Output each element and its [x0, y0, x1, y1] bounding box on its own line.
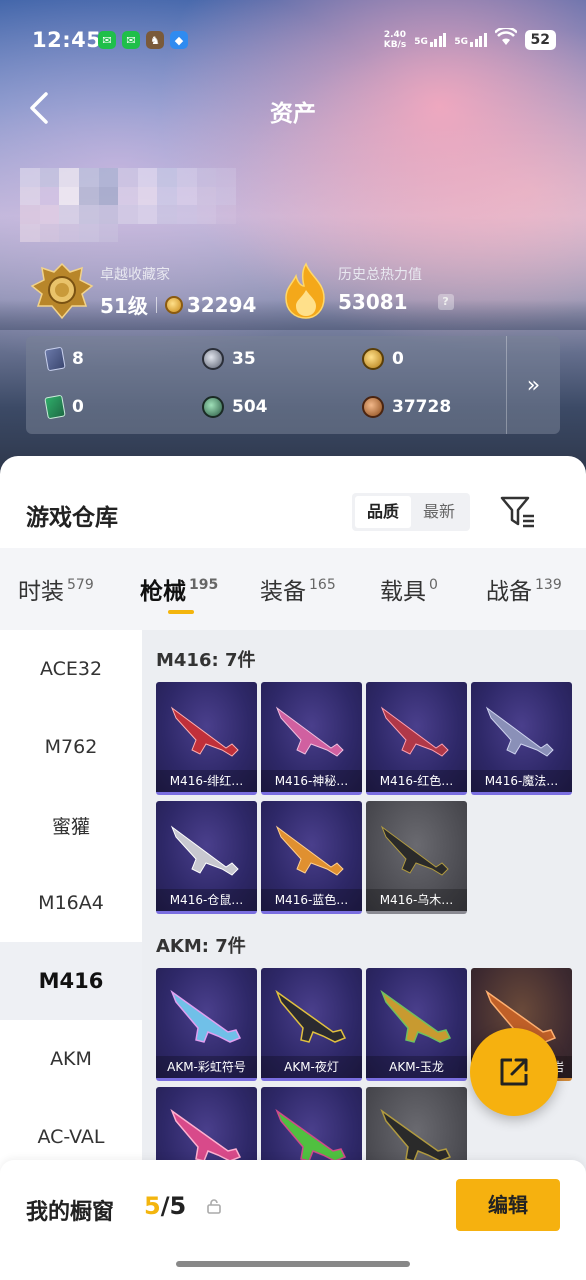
status-app-icons: ✉ ✉ ♞ ◆	[98, 31, 188, 49]
rifle-icon	[170, 825, 239, 876]
weapon-item[interactable]: M762	[0, 708, 142, 786]
coin-icon	[164, 295, 183, 314]
showcase-count: 5/5	[144, 1192, 187, 1220]
heat-value: 53081	[338, 290, 408, 314]
group-title: M416: 7件	[156, 650, 256, 671]
stat-item: 504	[202, 396, 268, 418]
collector-badge[interactable]: 卓越收藏家 51级 32294	[30, 262, 256, 322]
rifle-icon	[380, 706, 449, 757]
skin-card[interactable]: M416-魔法…	[471, 682, 572, 795]
status-bar: 12:45 ✉ ✉ ♞ ◆ 2.40 KB/s 5G 5G 52	[0, 22, 586, 58]
stat-item: 35	[202, 348, 256, 370]
rifle-icon	[485, 706, 554, 757]
warehouse-sheet: 游戏仓库 品质 最新 时装 579 枪械 195 装备 165 载具 0 战备 139 A…	[0, 456, 586, 1280]
rifle-icon	[275, 825, 344, 876]
skin-card[interactable]: AKM-玉龙	[366, 968, 467, 1081]
wechat-icon: ✉	[98, 31, 116, 49]
sort-quality-option[interactable]: 品质	[355, 496, 411, 528]
network-speed: 2.40 KB/s	[383, 29, 407, 50]
collector-level: 51级	[100, 294, 148, 318]
showcase-bar: 我的橱窗 5/5 编辑	[0, 1160, 586, 1280]
warehouse-title: 游戏仓库	[26, 505, 118, 531]
gold-coin-icon	[362, 348, 384, 370]
green-card-icon	[44, 394, 66, 420]
rifle-icon	[275, 706, 344, 757]
share-button[interactable]	[470, 1028, 558, 1116]
wifi-icon	[493, 26, 518, 51]
bronze-coin-icon	[362, 396, 384, 418]
group-title: AKM: 7件	[156, 936, 246, 957]
tab-equipment[interactable]: 装备 165	[260, 572, 336, 606]
skin-card[interactable]: AKM-夜灯	[261, 968, 362, 1081]
warehouse-header: 游戏仓库 品质 最新	[0, 456, 586, 548]
profile-header: 12:45 ✉ ✉ ♞ ◆ 2.40 KB/s 5G 5G 52 资产 卓越收藏…	[0, 0, 586, 480]
tab-weapons[interactable]: 枪械 195	[140, 572, 218, 606]
weapon-item[interactable]: M16A4	[0, 864, 142, 942]
collector-medal-icon	[30, 262, 94, 320]
showcase-label: 我的橱窗	[26, 1200, 115, 1225]
rifle-icon	[380, 825, 449, 876]
stat-item: 8	[44, 346, 84, 372]
currency-stats-panel: 8 35 0 0 504 37728 »	[26, 336, 560, 434]
skin-card[interactable]: M416-乌木…	[366, 801, 467, 914]
sort-toggle: 品质 最新	[352, 493, 470, 531]
tab-vehicles[interactable]: 载具 0	[380, 572, 438, 606]
skin-card[interactable]: M416-仓鼠…	[156, 801, 257, 914]
game-icon: ♞	[146, 31, 164, 49]
edit-button[interactable]: 编辑	[456, 1179, 560, 1231]
rifle-icon	[170, 706, 239, 757]
stat-item: 0	[44, 394, 84, 420]
lock-icon	[207, 1199, 221, 1214]
filter-icon[interactable]	[498, 494, 538, 530]
skin-card[interactable]: M416-绯红…	[156, 682, 257, 795]
divider	[155, 296, 157, 313]
silver-coin-icon	[202, 348, 224, 370]
cell-signal-icon: 5G	[454, 32, 487, 47]
browser-icon: ◆	[170, 31, 188, 49]
m416-skin-grid: M416-绯红… M416-神秘… M416-红色… M416-魔法… M416…	[156, 682, 572, 914]
tab-gear[interactable]: 战备 139	[486, 572, 562, 606]
weapon-item[interactable]: ACE32	[0, 630, 142, 708]
wechat-icon: ✉	[122, 31, 140, 49]
skin-card[interactable]: AKM-彩虹符号	[156, 968, 257, 1081]
heat-badge[interactable]: 历史总热力值 53081 ?	[280, 262, 454, 322]
active-tab-indicator	[168, 610, 194, 614]
collector-coins: 32294	[186, 292, 257, 317]
weapon-item[interactable]: AKM	[0, 1020, 142, 1098]
collector-title: 卓越收藏家	[100, 267, 170, 283]
weapon-item-active[interactable]: M416	[0, 942, 142, 1020]
flame-icon	[285, 262, 325, 319]
battery-icon: 52	[524, 29, 556, 50]
status-indicators: 2.40 KB/s 5G 5G 52	[383, 26, 556, 51]
help-icon[interactable]: ?	[437, 294, 454, 310]
skin-card[interactable]: M416-神秘…	[261, 682, 362, 795]
share-icon	[500, 1058, 528, 1086]
blurred-username	[20, 168, 236, 242]
expand-stats-button[interactable]: »	[506, 336, 560, 434]
blue-card-icon	[44, 346, 66, 372]
weapon-side-list: ACE32 M762 蜜獾 M16A4 M416 AKM AC-VAL	[0, 630, 142, 1190]
skin-card[interactable]: M416-红色…	[366, 682, 467, 795]
home-indicator	[176, 1261, 410, 1267]
sort-newest-option[interactable]: 最新	[411, 496, 467, 528]
page-title: 资产	[270, 101, 316, 127]
rifle-icon	[170, 989, 242, 1043]
tab-fashion[interactable]: 时装 579	[18, 572, 94, 606]
skin-card[interactable]: M416-蓝色…	[261, 801, 362, 914]
stat-item: 0	[362, 348, 404, 370]
weapon-item[interactable]: 蜜獾	[0, 786, 142, 864]
rifle-icon	[380, 989, 452, 1043]
green-orb-icon	[202, 396, 224, 418]
heat-label: 历史总热力值	[338, 267, 422, 283]
category-tabs: 时装 579 枪械 195 装备 165 载具 0 战备 139	[0, 548, 586, 630]
status-time: 12:45	[32, 28, 102, 52]
cell-signal-icon: 5G	[414, 32, 447, 47]
stat-item: 37728	[362, 396, 451, 418]
rifle-icon	[275, 989, 347, 1043]
